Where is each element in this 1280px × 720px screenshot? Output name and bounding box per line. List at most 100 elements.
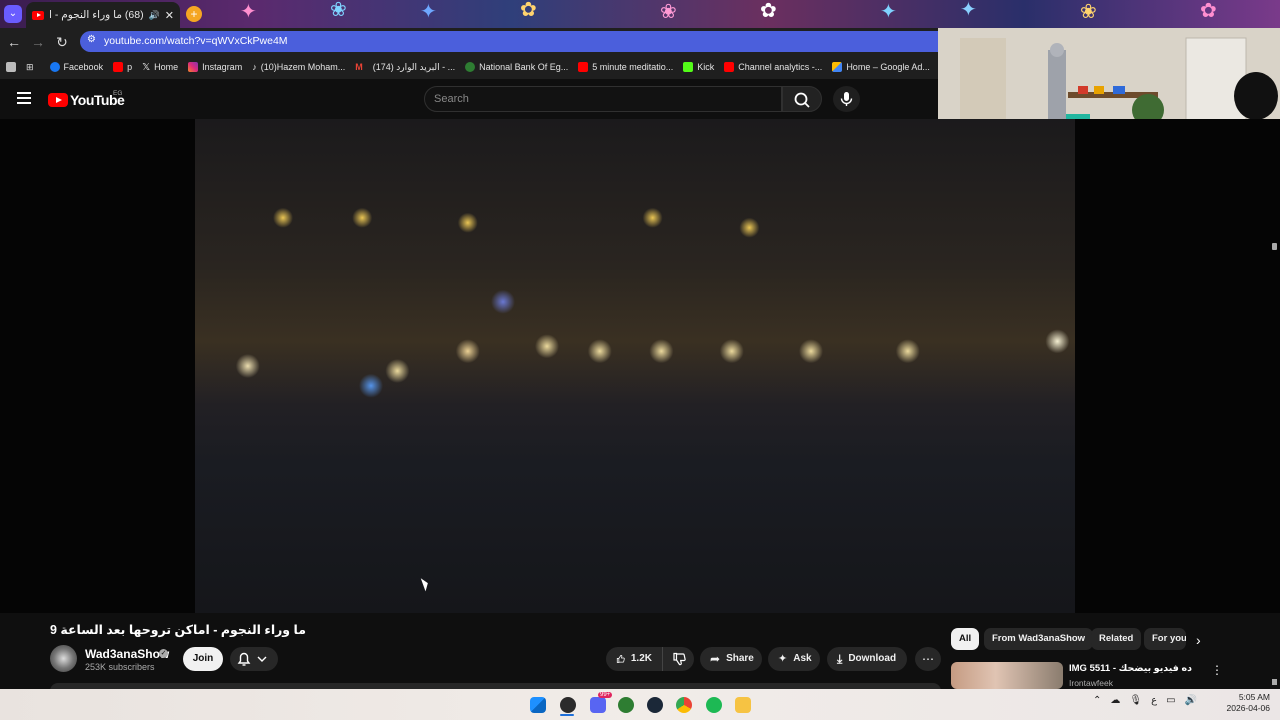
apps-icon[interactable] [0, 62, 21, 72]
clock[interactable]: 5:05 AM 2026-04-06 [1226, 692, 1270, 714]
kebab-menu-icon[interactable]: ⋮ [1211, 663, 1223, 677]
network-icon[interactable]: ▭ [1166, 695, 1175, 706]
like-button[interactable]: 1.2K [606, 647, 662, 671]
bookmark-nbe[interactable]: National Bank Of Eg... [460, 62, 573, 72]
steam-icon[interactable] [647, 697, 663, 713]
bookmarks-bar: ⊞ Facebook p 𝕏 Home Instagram ♪ (10)Hazem … [0, 55, 938, 79]
bookmark-meditation[interactable]: 5 minute meditatio... [573, 62, 678, 72]
notifications-button[interactable] [230, 647, 278, 671]
chevron-up-icon[interactable]: ⌃ [1093, 695, 1101, 706]
recommendation-channel[interactable]: Irontawfeek [1069, 678, 1113, 688]
grid-icon[interactable]: ⊞ [21, 62, 39, 73]
close-tab-icon[interactable]: ✕ [165, 9, 174, 22]
recommendation-title[interactable]: IMG 5511 - ده فيديو بيضحك [1069, 663, 1192, 674]
bookmark-p[interactable]: p [108, 62, 137, 72]
bookmark-instagram[interactable]: Instagram [183, 62, 247, 72]
tiktok-icon: ♪ [252, 62, 257, 72]
video-frame[interactable] [195, 119, 1075, 613]
join-button[interactable]: Join [183, 647, 223, 671]
bookmark-kick[interactable]: Kick [678, 62, 719, 72]
obs-icon[interactable] [560, 697, 576, 713]
bookmark-label: Kick [697, 62, 715, 72]
discord-badge: 99+ [598, 692, 613, 698]
active-tab[interactable]: (68) ما وراء النجوم - اماكن تر 🔊 ✕ [26, 2, 180, 28]
bookmark-label: p [127, 62, 133, 72]
bookmark-label: Home [154, 62, 179, 72]
x-icon: 𝕏 [142, 61, 151, 73]
new-tab-icon[interactable]: + [186, 6, 202, 22]
tab-search-icon[interactable]: ⌄ [4, 5, 22, 23]
bookmark-label: (10)Hazem Moham... [260, 62, 346, 72]
clock-time: 5:05 AM [1238, 692, 1270, 702]
back-arrow-icon[interactable]: ← [6, 34, 22, 50]
thumbs-up-icon [616, 655, 625, 663]
country-code: EG [113, 90, 123, 97]
address-bar[interactable]: youtube.com/watch?v=qWVxCkPwe4M [80, 31, 938, 52]
bookmark-label: Facebook [63, 62, 104, 72]
cloud-icon[interactable]: ☁ [1110, 695, 1120, 706]
forward-arrow-icon[interactable]: → [30, 34, 46, 50]
chip-all[interactable]: All [951, 628, 980, 650]
chrome-icon[interactable] [676, 697, 692, 713]
download-label: Download [848, 653, 897, 664]
youtube-play-icon [48, 93, 68, 107]
app-icon[interactable] [618, 697, 634, 713]
chip-related[interactable]: Related [1091, 628, 1142, 650]
bookmark-facebook[interactable]: Facebook [45, 62, 109, 72]
scrollbar-thumb[interactable] [1272, 679, 1277, 685]
browser-toolbar: ← → ↻ youtube.com/watch?v=qWVxCkPwe4M [0, 28, 938, 55]
chip-from-channel[interactable]: From Wad3anaShow [984, 628, 1094, 650]
gmail-icon: M [355, 62, 363, 72]
scrollbar-thumb[interactable] [1272, 243, 1277, 250]
microphone-icon[interactable]: 🎙 [1129, 695, 1142, 706]
chip-for-you[interactable]: For you [1144, 628, 1186, 650]
bookmark-google-ads[interactable]: Home – Google Ad... [827, 62, 935, 72]
site-settings-icon[interactable]: ⚙ [87, 34, 98, 45]
bookmark-analytics[interactable]: Channel analytics -... [719, 62, 827, 72]
active-app-indicator [560, 714, 574, 716]
thumbs-down-icon [672, 652, 686, 666]
discord-icon[interactable] [590, 697, 606, 713]
volume-icon[interactable]: 🔊 [1185, 695, 1197, 706]
bookmark-x-home[interactable]: 𝕏 Home [137, 62, 183, 73]
dislike-button[interactable] [662, 647, 694, 671]
download-button[interactable]: ⤓ Download [827, 647, 907, 671]
spotify-icon[interactable] [706, 697, 722, 713]
windows-start-icon[interactable] [530, 697, 546, 713]
bookmark-tiktok[interactable]: ♪ (10)Hazem Moham... [247, 62, 350, 72]
bell-icon [237, 652, 267, 666]
wallpaper-decoration: ✿ [1200, 0, 1217, 22]
channel-name[interactable]: Wad3anaShow [85, 647, 169, 661]
ask-button[interactable]: ✦ Ask [768, 647, 820, 671]
chevron-right-icon[interactable]: › [1196, 633, 1201, 647]
tab-title: (68) ما وراء النجوم - اماكن تر [49, 9, 144, 21]
share-button[interactable]: ➦ Share [700, 647, 762, 671]
bookmark-inbox[interactable]: (174) البريد الوارد - ... [368, 62, 460, 73]
reload-icon[interactable]: ↻ [54, 34, 70, 50]
search-input[interactable]: Search [424, 86, 782, 112]
wallpaper-decoration: ✦ [240, 1, 257, 23]
recommendation-thumbnail[interactable] [951, 662, 1063, 689]
wallpaper-decoration: ✿ [760, 0, 777, 22]
search-button[interactable] [782, 86, 822, 112]
more-actions-icon[interactable]: ⋯ [915, 647, 941, 671]
search-placeholder: Search [434, 93, 469, 105]
menu-icon[interactable] [17, 92, 31, 104]
youtube-icon [724, 62, 735, 72]
windows-taskbar [0, 689, 1280, 720]
file-explorer-icon[interactable] [735, 697, 751, 713]
bookmark-label: Channel analytics -... [738, 62, 823, 72]
bookmark-gmail[interactable]: M [350, 62, 368, 72]
download-icon: ⤓ [837, 652, 843, 666]
bookmark-label: National Bank Of Eg... [479, 62, 569, 72]
like-count: 1.2K [630, 653, 652, 664]
share-icon: ➦ [710, 652, 721, 666]
channel-avatar[interactable] [50, 645, 77, 672]
voice-search-button[interactable] [833, 86, 860, 112]
speaker-icon[interactable]: 🔊 [149, 10, 160, 21]
system-tray: ⌃ ☁ 🎙 ع ▭ 🔊 [1093, 695, 1197, 706]
verified-badge-icon: ✓ [159, 649, 168, 658]
language-indicator[interactable]: ع [1151, 695, 1157, 706]
bank-icon [465, 62, 476, 72]
bookmark-label: 5 minute meditatio... [592, 62, 674, 72]
